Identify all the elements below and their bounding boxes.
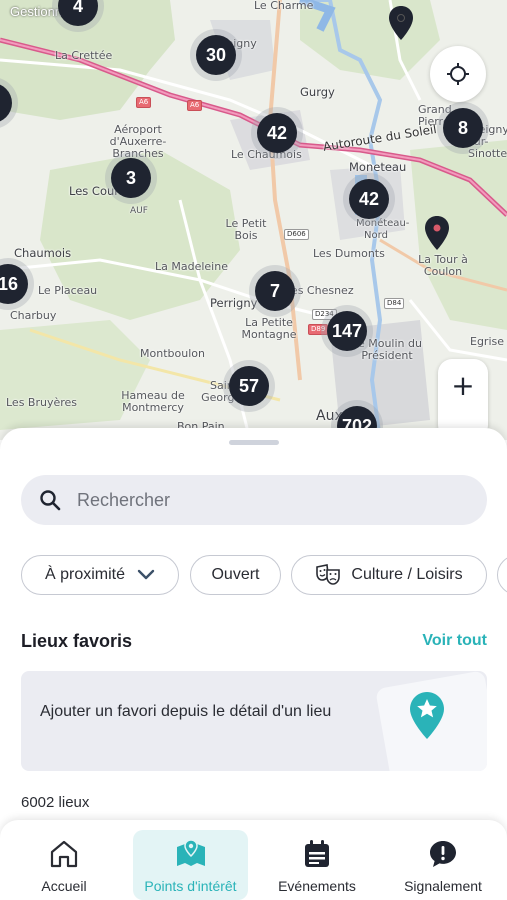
map-label: Les Chesnez xyxy=(285,284,354,297)
map-label: Aéroport d'Auxerre-Branches xyxy=(109,123,167,160)
map-label: La Tour à Coulon xyxy=(418,253,468,278)
map-cluster[interactable]: 8 xyxy=(443,108,483,148)
map-label: Moneteau xyxy=(349,160,407,174)
tab-label: Signalement xyxy=(404,878,482,894)
map-view[interactable]: Gestionnaire Le Charme La Crettée Appoig… xyxy=(0,0,507,440)
map-label: Chaumois xyxy=(14,246,72,260)
tab-home[interactable]: Accueil xyxy=(14,830,114,900)
filter-chip-nearby[interactable]: À proximité xyxy=(21,555,179,595)
map-label: Hameau de Montmercy xyxy=(121,389,185,414)
map-cluster[interactable]: 42 xyxy=(257,113,297,153)
map-label: Gurgy xyxy=(300,85,335,99)
filter-chip-culture[interactable]: Culture / Loisirs xyxy=(291,555,487,595)
theater-masks-icon xyxy=(316,564,341,585)
tab-report[interactable]: Signalement xyxy=(393,830,493,900)
filter-chip-label: Culture / Loisirs xyxy=(351,566,463,583)
map-pin-icon[interactable] xyxy=(388,5,414,41)
map-label: La Petite Montagne xyxy=(241,316,297,341)
map-label: Montboulon xyxy=(140,347,205,360)
zoom-controls: + xyxy=(438,359,488,439)
map-cluster[interactable]: 30 xyxy=(196,35,236,75)
map-label: Egrise xyxy=(470,335,505,348)
favorites-empty-text: Ajouter un favori depuis le détail d'un … xyxy=(40,703,332,720)
favorites-title: Lieux favoris xyxy=(21,631,133,651)
map-label: Les Bruyères xyxy=(6,396,78,409)
calendar-icon xyxy=(305,840,329,867)
road-badge: D606 xyxy=(284,229,309,240)
map-label: Les Dumonts xyxy=(313,247,385,260)
alert-bubble-icon xyxy=(430,841,456,867)
map-cluster[interactable]: 57 xyxy=(229,366,269,406)
map-cluster[interactable]: 3 xyxy=(111,158,151,198)
map-label: Le Petit Bois xyxy=(225,217,267,242)
map-label: Le Placeau xyxy=(38,284,98,297)
home-icon xyxy=(50,840,78,868)
map-label: Monéteau-Nord xyxy=(356,218,410,241)
bottom-tab-bar: Accueil Points d'intérêt Evénements Sign… xyxy=(0,820,507,900)
map-label: La Crettée xyxy=(55,49,113,62)
chevron-down-icon xyxy=(137,569,155,580)
road-badge: A6 xyxy=(187,100,203,111)
road-badge: D84 xyxy=(384,298,405,309)
filter-chip-label: À proximité xyxy=(44,566,126,583)
tab-label: Evénements xyxy=(278,878,356,894)
map-icon xyxy=(176,839,205,866)
search-bar[interactable] xyxy=(21,475,487,525)
map-label: La Madeleine xyxy=(155,260,228,273)
places-count: 6002 lieux xyxy=(21,794,90,811)
filter-chip-label: Ouvert xyxy=(211,566,260,583)
map-cluster[interactable]: 7 xyxy=(255,271,295,311)
map-label: Perrigny xyxy=(210,296,258,310)
search-icon xyxy=(40,490,61,511)
map-label: Le Charme xyxy=(254,0,314,12)
tab-events[interactable]: Evénements xyxy=(267,830,367,900)
filter-chips: À proximité Ouvert Culture / Loisirs xyxy=(21,555,507,599)
zoom-in-button[interactable]: + xyxy=(438,367,488,403)
star-pin-icon xyxy=(410,692,444,739)
map-label: Le Chaumois xyxy=(231,148,302,161)
filter-chip-open[interactable]: Ouvert xyxy=(190,555,281,595)
filter-chip-more[interactable] xyxy=(497,555,507,595)
tab-label: Accueil xyxy=(41,878,87,894)
map-label: Charbuy xyxy=(10,309,57,322)
see-all-link[interactable]: Voir tout xyxy=(422,632,487,650)
map-cluster[interactable]: 42 xyxy=(349,179,389,219)
map-cluster[interactable]: 147 xyxy=(327,311,367,351)
road-badge: A6 xyxy=(136,97,152,108)
locate-me-button[interactable] xyxy=(430,46,486,102)
crosshair-icon xyxy=(447,63,469,85)
search-input[interactable] xyxy=(75,488,459,512)
sheet-drag-handle[interactable] xyxy=(229,440,279,445)
road-badge: D89 xyxy=(308,324,329,335)
tab-points-of-interest[interactable]: Points d'intérêt xyxy=(133,830,248,900)
favorites-empty-card: Ajouter un favori depuis le détail d'un … xyxy=(21,671,487,771)
tab-label: Points d'intérêt xyxy=(144,878,237,894)
map-pin-icon[interactable] xyxy=(424,215,450,251)
map-label: AUF xyxy=(130,206,148,216)
